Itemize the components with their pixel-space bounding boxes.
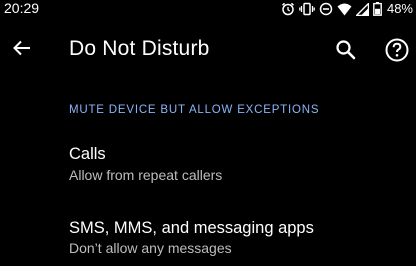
search-icon[interactable] xyxy=(334,38,358,62)
section-header: MUTE DEVICE BUT ALLOW EXCEPTIONS xyxy=(69,104,320,116)
cell-signal-icon xyxy=(355,2,369,16)
help-icon[interactable] xyxy=(384,37,410,63)
alarm-icon xyxy=(281,2,295,16)
vibrate-icon xyxy=(299,2,315,16)
pref-summary-calls: Allow from repeat callers xyxy=(69,167,223,183)
do-not-disturb-icon xyxy=(319,2,333,16)
status-bar: 20:29 48% xyxy=(0,0,416,18)
battery-percent: 48% xyxy=(386,1,413,16)
wifi-icon xyxy=(337,3,352,16)
pref-summary-messaging: Don’t allow any messages xyxy=(69,240,232,256)
pref-title-calls: Calls xyxy=(69,145,106,163)
status-icons: 48% xyxy=(281,1,413,17)
pref-item-calls[interactable]: Calls Allow from repeat callers xyxy=(0,136,416,192)
pref-item-messaging[interactable]: SMS, MMS, and messaging apps Don’t allow… xyxy=(0,210,416,266)
status-time: 20:29 xyxy=(4,0,40,16)
page-title: Do Not Disturb xyxy=(69,37,210,60)
battery-icon xyxy=(373,2,382,16)
back-arrow-icon[interactable] xyxy=(10,36,36,62)
pref-title-messaging: SMS, MMS, and messaging apps xyxy=(69,219,314,237)
